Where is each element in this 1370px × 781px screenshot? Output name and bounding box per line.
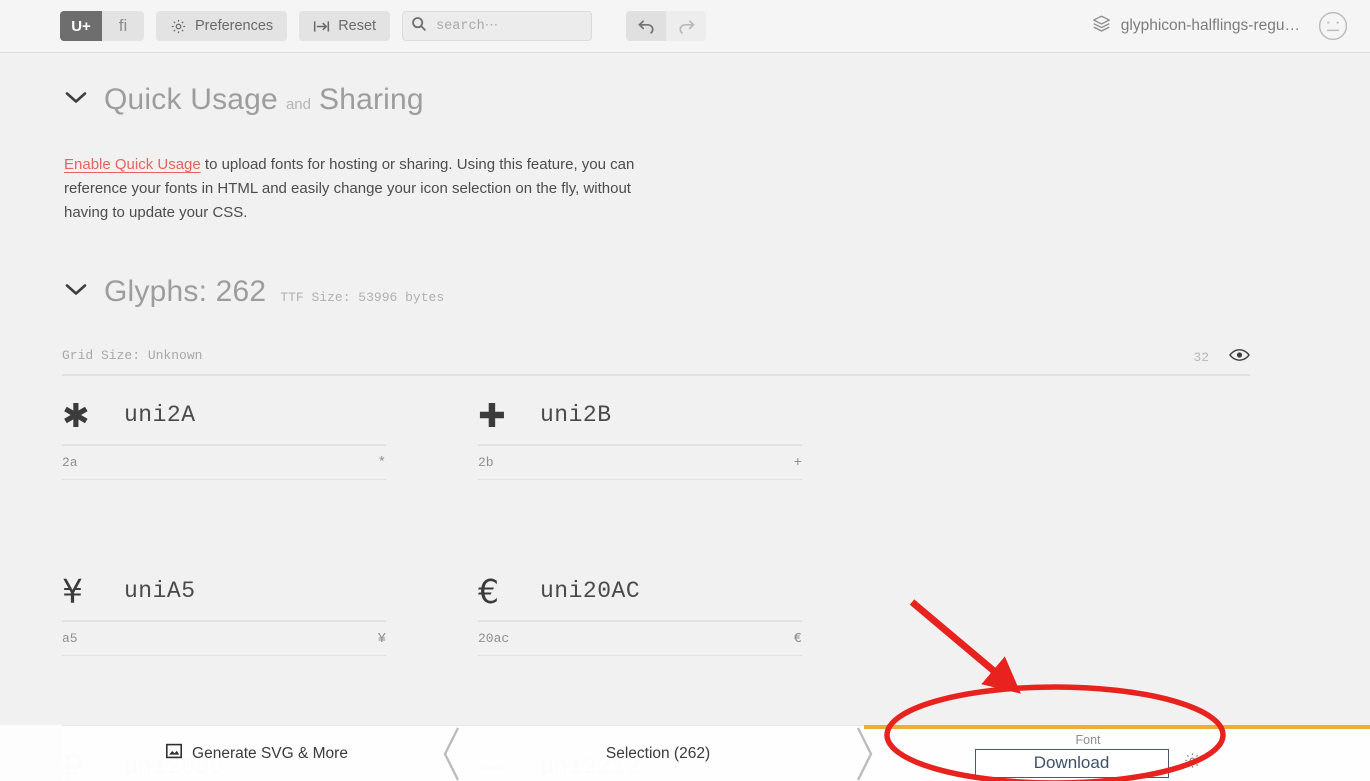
glyph-name: uniA5 [124,578,196,604]
preferences-button[interactable]: Preferences [156,11,288,41]
glyph-preview: ¥ [377,630,386,647]
glyph-row[interactable]: € uni20AC [478,562,802,622]
bottom-action-bar: Generate SVG & More Selection (262) Font… [0,725,1370,781]
selection-label: Selection (262) [605,744,711,762]
bottom-bar-left-edge [0,725,62,781]
glyph-meta: 20ac € [478,622,802,656]
application-window: U+ fi Preferences Reset search⋯ glyphico… [0,0,1370,781]
glyph-meta: a5 ¥ [62,622,386,656]
chevron-down-icon[interactable] [64,282,90,302]
glyph-preview: € [793,630,802,647]
glyph-row[interactable]: ✱ uni2A [62,386,386,446]
top-toolbar: U+ fi Preferences Reset search⋯ glyphico… [0,0,1370,53]
glyph-code: 2a [62,455,78,470]
glyphs-title: Glyphs: 262 [104,275,267,308]
glyph-code: 20ac [478,631,510,646]
eye-icon[interactable] [1229,348,1250,367]
active-font-indicator[interactable]: glyphicon-halflings-regu… [1092,14,1300,38]
gear-icon [170,18,187,35]
glyph-code: a5 [62,631,78,646]
quick-usage-conjunction: and [285,96,311,113]
glyph-meta: 2b + [478,446,802,480]
glyph-cell[interactable]: ¥ uniA5 a5 ¥ [62,562,386,656]
mode-unicode-button[interactable]: U+ [60,11,102,41]
reset-button[interactable]: Reset [299,11,391,41]
search-input[interactable] [434,17,575,35]
quick-usage-section-header[interactable]: Quick Usage and Sharing [0,83,424,117]
glyph-symbol: ¥ [62,571,83,611]
mode-ligature-button[interactable]: fi [102,11,144,41]
glyph-code: 2b [478,455,494,470]
redo-button[interactable] [666,11,707,41]
font-caption: Font [1075,732,1101,747]
download-row: Download [974,748,1202,778]
glyph-name: uni2A [124,402,196,428]
quick-usage-description: Enable Quick Usage to upload fonts for h… [64,153,644,225]
undo-button[interactable] [626,11,667,41]
font-download-pane[interactable]: Font Download [864,725,1312,781]
search-box[interactable] [402,11,593,41]
glyph-cell[interactable]: ✚ uni2B 2b + [478,386,802,480]
bottom-bar-right-edge [1312,725,1370,781]
display-mode-toggle[interactable]: U+ fi [60,11,144,41]
generate-svg-pane[interactable]: Generate SVG & More [62,725,460,781]
grid-size-controls: 32 [1193,348,1250,367]
main-content: Quick Usage and Sharing Enable Quick Usa… [0,53,1370,781]
glyph-symbol: ✚ [478,395,506,435]
glyph-cell[interactable]: ✱ uni2A 2a * [62,386,386,480]
glyphs-section-header[interactable]: Glyphs: 262 TTF Size: 53996 bytes [0,275,444,309]
sharing-title: Sharing [318,83,424,116]
image-icon [166,743,183,764]
grid-size-row: Grid Size: Unknown 32 [62,348,1250,376]
ttf-size-label: TTF Size: 53996 bytes [280,290,445,305]
glyph-meta: 2a * [62,446,386,480]
glyph-row[interactable]: ¥ uniA5 [62,562,386,622]
selection-pane[interactable]: Selection (262) [452,725,873,781]
glyph-symbol: € [478,571,499,611]
layers-icon [1092,14,1111,38]
quick-usage-title: Quick Usage [104,83,278,116]
toolbar-left-group: U+ fi Preferences Reset search⋯ [0,11,707,41]
reset-label: Reset [338,18,377,34]
glyph-symbol: ✱ [62,395,90,435]
glyph-preview: * [377,454,386,471]
glyph-name: uni20AC [540,578,641,604]
gear-icon[interactable] [1183,751,1202,775]
neutral-face-icon[interactable] [1314,7,1352,45]
font-name-label: glyphicon-halflings-regu… [1120,17,1300,34]
download-button[interactable]: Download [974,748,1169,778]
chevron-down-icon[interactable] [64,90,90,110]
toolbar-right-group: glyphicon-halflings-regu… [1092,7,1370,45]
generate-svg-label: Generate SVG & More [192,744,348,762]
pane-separator-chevron [851,726,877,781]
pane-separator-chevron [439,726,465,781]
undo-redo-group[interactable] [626,11,707,41]
grid-size-value: 32 [1193,350,1209,365]
glyph-cell[interactable]: € uni20AC 20ac € [478,562,802,656]
glyph-preview: + [793,454,802,471]
glyph-row[interactable]: ✚ uni2B [478,386,802,446]
search-icon [411,16,427,37]
preferences-label: Preferences [195,18,274,34]
glyph-name: uni2B [540,402,612,428]
generate-svg-button[interactable]: Generate SVG & More [166,743,348,764]
reset-icon [313,19,330,34]
enable-quick-usage-link[interactable]: Enable Quick Usage [64,156,201,173]
grid-size-label: Grid Size: Unknown [62,348,203,363]
